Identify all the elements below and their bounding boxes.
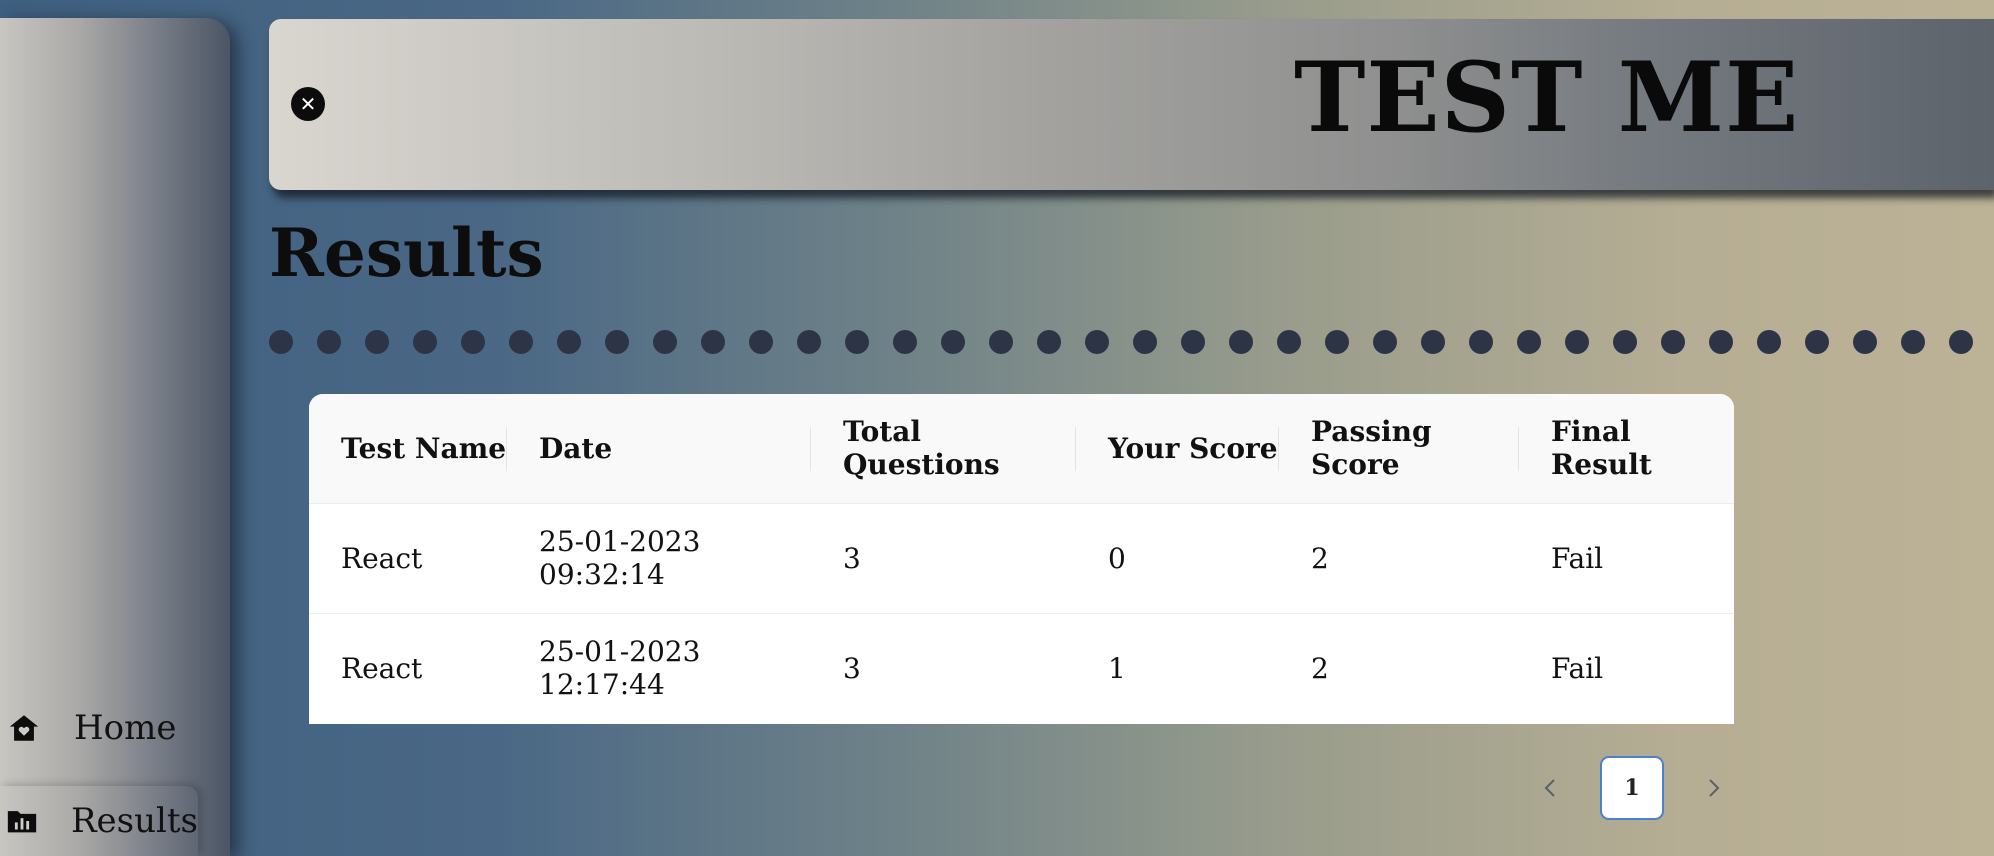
column-header: Final Result: [1551, 415, 1652, 482]
divider-dot: [461, 330, 485, 354]
divider-dot: [1133, 330, 1157, 354]
chart-folder-icon: [4, 801, 41, 841]
page-title: Results: [269, 214, 544, 292]
divider-dot: [653, 330, 677, 354]
column-header: Passing Score: [1279, 394, 1519, 503]
table-cell: React: [341, 651, 423, 685]
divider-dot: [1565, 330, 1589, 354]
column-header: Your Score: [1076, 394, 1279, 503]
table-header-row: Test Name Date Total Questions Your Scor…: [309, 394, 1734, 503]
chevron-left-icon[interactable]: [1520, 756, 1580, 820]
divider-dot: [797, 330, 821, 354]
divider-dot: [1517, 330, 1541, 354]
sidebar-item-home[interactable]: Home: [0, 698, 200, 758]
divider-dot: [1901, 330, 1925, 354]
table-cell: Fail: [1551, 651, 1604, 685]
table-cell: 2: [1311, 651, 1329, 685]
chevron-right-icon[interactable]: [1684, 756, 1744, 820]
divider-dot: [989, 330, 1013, 354]
divider-dot: [749, 330, 773, 354]
divider-dot: [1853, 330, 1877, 354]
divider-dot: [893, 330, 917, 354]
table-cell: 3: [843, 651, 861, 685]
divider-dot: [1613, 330, 1637, 354]
divider-dot: [1949, 330, 1973, 354]
divider-dot: [1085, 330, 1109, 354]
divider-dot: [845, 330, 869, 354]
divider-dot: [1757, 330, 1781, 354]
column-header: Date: [507, 394, 811, 503]
divider-dot: [1805, 330, 1829, 354]
table-cell: 25-01-2023 12:17:44: [539, 635, 701, 702]
divider-dot: [557, 330, 581, 354]
divider-dot: [269, 330, 293, 354]
divider-dot: [365, 330, 389, 354]
divider-dot: [1277, 330, 1301, 354]
divider-dot: [701, 330, 725, 354]
sidebar-item-results[interactable]: Results: [0, 786, 198, 856]
divider-dot: [605, 330, 629, 354]
divider-dot: [941, 330, 965, 354]
pagination: 1: [1520, 756, 1744, 820]
divider-dot: [1661, 330, 1685, 354]
table-cell: 3: [843, 541, 861, 575]
column-header: Test Name: [309, 394, 507, 503]
divider-dot: [1181, 330, 1205, 354]
divider-dot: [1709, 330, 1733, 354]
divider-dot: [509, 330, 533, 354]
table-cell: Fail: [1551, 541, 1604, 575]
app-header: ✕ TEST ME: [269, 19, 1994, 190]
divider-dot: [413, 330, 437, 354]
sidebar-item-label: Results: [70, 801, 198, 841]
divider-dot: [1037, 330, 1061, 354]
divider-dot: [1421, 330, 1445, 354]
table-cell: 1: [1108, 651, 1126, 685]
sidebar-item-label: Home: [74, 708, 177, 748]
results-table: Test Name Date Total Questions Your Scor…: [309, 394, 1734, 724]
table-cell: 2: [1311, 541, 1329, 575]
divider-dot: [1229, 330, 1253, 354]
close-icon[interactable]: ✕: [291, 87, 325, 121]
table-cell: React: [341, 541, 423, 575]
dot-divider: [269, 330, 1994, 354]
divider-dot: [1325, 330, 1349, 354]
app-title: TEST ME: [1294, 41, 1800, 154]
table-cell: 0: [1108, 541, 1126, 575]
page-button-current[interactable]: 1: [1600, 756, 1664, 820]
table-row: React 25-01-2023 12:17:44 3 1 2 Fail: [309, 613, 1734, 723]
table-row: React 25-01-2023 09:32:14 3 0 2 Fail: [309, 503, 1734, 613]
divider-dot: [1373, 330, 1397, 354]
divider-dot: [317, 330, 341, 354]
column-header: Total Questions: [811, 394, 1076, 503]
divider-dot: [1469, 330, 1493, 354]
table-cell: 25-01-2023 09:32:14: [539, 525, 701, 591]
home-heart-icon: [4, 708, 44, 748]
